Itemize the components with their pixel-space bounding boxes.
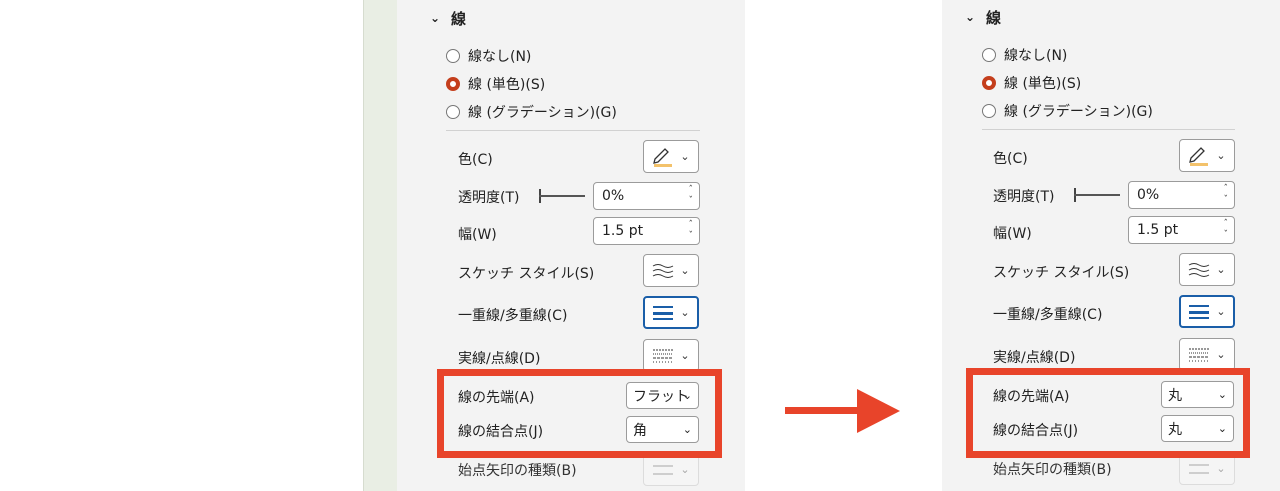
dash-type-dropdown[interactable]: ⌄ (1179, 338, 1235, 371)
spinner-arrows-icon[interactable]: ˆˇ (1224, 219, 1229, 241)
compound-lines-icon (1189, 304, 1210, 319)
chevron-down-icon: ⌄ (1216, 263, 1226, 276)
width-value: 1.5 pt (1137, 222, 1179, 238)
line-section-header[interactable]: ⌄ 線 (427, 8, 466, 29)
line-section-header[interactable]: ⌄ 線 (962, 7, 1001, 28)
chevron-down-icon: ⌄ (1216, 305, 1226, 318)
radio-gradient-line[interactable]: 線 (グラデーション)(G) (982, 99, 1153, 123)
format-pane-before: ⌄ 線 線なし(N) 線 (単色)(S) 線 (グラデーション)(G) 色(C)… (363, 0, 745, 491)
compound-type-label: 一重線/多重線(C) (993, 307, 1103, 323)
radio-no-line[interactable]: 線なし(N) (982, 43, 1067, 67)
transparency-label: 透明度(T) (458, 190, 520, 206)
sketch-style-dropdown[interactable]: ⌄ (1179, 253, 1235, 286)
dash-type-dropdown[interactable]: ⌄ (643, 339, 699, 372)
radio-label: 線なし(N) (1004, 48, 1068, 64)
spinner-arrows-icon[interactable]: ˆˇ (1224, 184, 1229, 206)
line-section-title: 線 (451, 10, 467, 28)
highlight-box (437, 369, 722, 458)
divider (446, 130, 700, 131)
pen-color-icon (1189, 146, 1209, 166)
chevron-down-icon: ⌄ (1216, 348, 1226, 361)
chevron-down-icon: ⌄ (964, 9, 976, 24)
slider-track (1074, 194, 1120, 196)
color-dropdown[interactable]: ⌄ (1179, 139, 1235, 172)
sketch-lines-icon (653, 263, 674, 278)
width-label: 幅(W) (458, 227, 497, 243)
sketch-style-label: スケッチ スタイル(S) (993, 265, 1130, 281)
radio-circle (982, 48, 996, 62)
compound-type-dropdown[interactable]: ⌄ (1179, 295, 1235, 328)
transparency-spinner[interactable]: 0% ˆˇ (593, 182, 700, 210)
radio-label: 線 (単色)(S) (468, 77, 546, 93)
transparency-slider[interactable] (1074, 188, 1120, 202)
chevron-down-icon: ⌄ (680, 349, 690, 362)
chevron-down-icon: ⌄ (680, 306, 690, 319)
sketch-lines-icon (1189, 262, 1210, 277)
radio-solid-line[interactable]: 線 (単色)(S) (446, 72, 545, 96)
sketch-style-dropdown[interactable]: ⌄ (643, 254, 699, 287)
radio-circle-checked (982, 76, 996, 90)
width-spinner[interactable]: 1.5 pt ˆˇ (1128, 216, 1235, 244)
highlight-box (966, 368, 1250, 458)
transparency-value: 0% (602, 188, 625, 204)
compound-type-dropdown[interactable]: ⌄ (643, 296, 699, 329)
radio-solid-line[interactable]: 線 (単色)(S) (982, 71, 1081, 95)
dash-type-label: 実線/点線(D) (993, 350, 1076, 366)
pane-edge (363, 0, 397, 491)
transparency-spinner[interactable]: 0% ˆˇ (1128, 181, 1235, 209)
chevron-down-icon: ⌄ (680, 264, 690, 277)
radio-circle (446, 105, 460, 119)
chevron-down-icon: ⌄ (680, 150, 690, 163)
dash-lines-icon (1189, 348, 1210, 361)
radio-gradient-line[interactable]: 線 (グラデーション)(G) (446, 100, 617, 124)
transparency-value: 0% (1137, 187, 1160, 203)
spinner-arrows-icon[interactable]: ˆˇ (689, 220, 694, 242)
begin-arrow-label: 始点矢印の種類(B) (458, 463, 577, 479)
transparency-label: 透明度(T) (993, 189, 1055, 205)
width-label: 幅(W) (993, 226, 1032, 242)
color-label: 色(C) (458, 152, 493, 168)
radio-label: 線 (グラデーション)(G) (1004, 104, 1153, 120)
chevron-down-icon: ⌄ (1216, 149, 1226, 162)
radio-label: 線 (グラデーション)(G) (468, 105, 617, 121)
line-section-title: 線 (986, 9, 1002, 27)
begin-arrow-label: 始点矢印の種類(B) (993, 462, 1112, 478)
compound-type-label: 一重線/多重線(C) (458, 308, 568, 324)
radio-no-line[interactable]: 線なし(N) (446, 44, 531, 68)
width-spinner[interactable]: 1.5 pt ˆˇ (593, 217, 700, 245)
radio-label: 線 (単色)(S) (1004, 76, 1082, 92)
slider-track (539, 195, 585, 197)
dash-type-label: 実線/点線(D) (458, 351, 541, 367)
color-label: 色(C) (993, 151, 1028, 167)
color-dropdown[interactable]: ⌄ (643, 140, 699, 173)
transparency-slider[interactable] (539, 189, 585, 203)
radio-label: 線なし(N) (468, 49, 532, 65)
sketch-style-label: スケッチ スタイル(S) (458, 266, 595, 282)
chevron-down-icon: ⌄ (429, 10, 441, 25)
right-arrow-icon (785, 389, 900, 433)
spinner-arrows-icon[interactable]: ˆˇ (689, 185, 694, 207)
compound-lines-icon (653, 305, 674, 320)
chevron-down-icon: ⌄ (1216, 462, 1226, 475)
radio-circle (446, 49, 460, 63)
pen-color-icon (653, 147, 673, 167)
divider (982, 129, 1235, 130)
radio-circle (982, 104, 996, 118)
radio-circle-checked (446, 77, 460, 91)
width-value: 1.5 pt (602, 223, 644, 239)
dash-lines-icon (653, 349, 674, 362)
arrow-type-icon (1189, 464, 1210, 473)
arrow-type-icon (653, 465, 674, 474)
chevron-down-icon: ⌄ (680, 463, 690, 476)
format-pane-after: ⌄ 線 線なし(N) 線 (単色)(S) 線 (グラデーション)(G) 色(C)… (942, 0, 1280, 491)
